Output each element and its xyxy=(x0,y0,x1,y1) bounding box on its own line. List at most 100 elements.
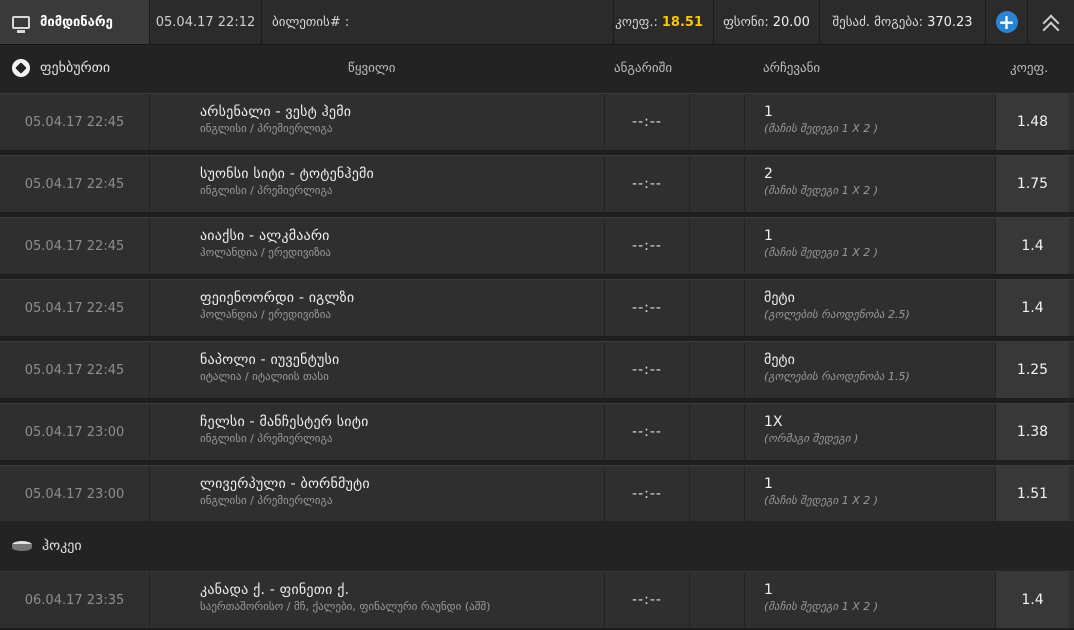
odd-value: 1.4 xyxy=(995,218,1069,274)
event-date: 05.04.17 23:00 xyxy=(0,466,150,522)
selection-cell: 1 (მაჩის შედეგი 1 X 2 ) xyxy=(764,218,984,274)
ticket-top-bar: მიმდინარე 05.04.17 22:12 ბილეთის# : კოეფ… xyxy=(0,0,1074,45)
table-header: ფეხბურთი წყვილი ანგარიში არჩევანი კოეფ. xyxy=(0,45,1074,93)
market-name: (მაჩის შედეგი 1 X 2 ) xyxy=(764,246,879,259)
event-date: 05.04.17 22:45 xyxy=(0,280,150,336)
ticket-number-label: ბილეთის# : xyxy=(262,0,614,44)
match-name[interactable]: ჩელსი - მანჩესტერ სიტი xyxy=(200,414,600,430)
odd-value: 1.4 xyxy=(995,572,1069,628)
selection-cell: 1 (მაჩის შედეგი 1 X 2 ) xyxy=(764,466,984,522)
collapse-button[interactable] xyxy=(1028,0,1074,44)
stake: ფსონი: 20.00 xyxy=(714,0,820,44)
score: --:-- xyxy=(604,156,690,212)
event-cell: ფეიენოორდი - იგლზი ჰოლანდია / ერედივიზია xyxy=(200,280,600,336)
score-spacer xyxy=(690,280,745,336)
selection: 1 xyxy=(764,476,773,492)
event-date: 05.04.17 22:45 xyxy=(0,94,150,150)
league-name: იტალია / იტალიის თასი xyxy=(200,370,329,383)
market-name: (მაჩის შედეგი 1 X 2 ) xyxy=(764,122,879,135)
selection-cell: 1 (მაჩის შედეგი 1 X 2 ) xyxy=(764,572,984,628)
selection: 1X xyxy=(764,414,783,430)
current-tab[interactable]: მიმდინარე xyxy=(0,0,150,44)
odd-value: 1.4 xyxy=(995,280,1069,336)
score: --:-- xyxy=(604,94,690,150)
match-name[interactable]: სუონსი სიტი - ტოტენჰემი xyxy=(200,166,600,182)
col-score-header: ანგარიში xyxy=(614,61,673,76)
match-name[interactable]: ლივერპული - ბორნმუტი xyxy=(200,476,600,492)
ticket-date: 05.04.17 22:12 xyxy=(150,0,262,44)
league-name: ინგლისი / პრემიერლიგა xyxy=(200,184,333,197)
league-name: ჰოლანდია / ერედივიზია xyxy=(200,246,331,259)
market-name: (გოლების რაოდენობა 2.5) xyxy=(764,308,910,321)
odd-value: 1.38 xyxy=(995,404,1069,460)
event-cell: ლივერპული - ბორნმუტი ინგლისი / პრემიერლიგ… xyxy=(200,466,600,522)
league-name: საერთაშორისო / მჩ, ქალები, ფინალური რაუნ… xyxy=(200,600,491,613)
bet-ticket-panel: მიმდინარე 05.04.17 22:12 ბილეთის# : კოეფ… xyxy=(0,0,1074,630)
event-cell: არსენალი - ვესტ ჰემი ინგლისი / პრემიერლიგ… xyxy=(200,94,600,150)
double-chevron-up-icon xyxy=(1042,13,1060,39)
score-spacer xyxy=(690,94,745,150)
market-name: (მაჩის შედეგი 1 X 2 ) xyxy=(764,184,879,197)
league-name: ინგლისი / პრემიერლიგა xyxy=(200,122,333,135)
match-name[interactable]: არსენალი - ვესტ ჰემი xyxy=(200,104,600,120)
match-name[interactable]: ფეიენოორდი - იგლზი xyxy=(200,290,600,306)
match-name[interactable]: აიაქსი - ალკმაარი xyxy=(200,228,600,244)
selection-cell: 1 (მაჩის შედეგი 1 X 2 ) xyxy=(764,94,984,150)
selection-cell: მეტი (გოლების რაოდენობა 1.5) xyxy=(764,342,984,398)
score: --:-- xyxy=(604,280,690,336)
score-spacer xyxy=(690,342,745,398)
total-coef-value: 18.51 xyxy=(661,14,703,30)
sport-football: ფეხბურთი xyxy=(12,59,110,77)
odd-value: 1.75 xyxy=(995,156,1069,212)
market-name: (გოლების რაოდენობა 1.5) xyxy=(764,370,910,383)
league-name: ინგლისი / პრემიერლიგა xyxy=(200,432,333,445)
possible-win-value: 370.23 xyxy=(927,14,973,30)
event-date: 06.04.17 23:35 xyxy=(0,572,150,628)
event-date: 05.04.17 22:45 xyxy=(0,342,150,398)
possible-win: შესაძ. მოგება: 370.23 xyxy=(820,0,986,44)
score-spacer xyxy=(690,466,745,522)
score: --:-- xyxy=(604,218,690,274)
table-row: 05.04.17 23:00 ჩელსი - მანჩესტერ სიტი ინგლ… xyxy=(0,403,1074,461)
monitor-icon xyxy=(12,15,30,33)
hockey-puck-icon xyxy=(12,541,32,551)
event-cell: კანადა ქ. - ფინეთი ქ. საერთაშორისო / მჩ, … xyxy=(200,572,600,628)
football-icon xyxy=(12,59,30,77)
score-spacer xyxy=(690,572,745,628)
selection: მეტი xyxy=(764,290,795,306)
table-row: 05.04.17 23:00 ლივერპული - ბორნმუტი ინგლის… xyxy=(0,465,1074,523)
total-coef: კოეფ.: 18.51 xyxy=(614,0,714,44)
sport-hockey-label: ჰოკეი xyxy=(42,538,82,554)
market-name: (მაჩის შედეგი 1 X 2 ) xyxy=(764,494,879,507)
score-spacer xyxy=(690,404,745,460)
table-row: 05.04.17 22:45 ფეიენოორდი - იგლზი ჰოლანდია… xyxy=(0,279,1074,337)
selection-cell: 1X (ორმაგი შედეგი ) xyxy=(764,404,984,460)
odd-value: 1.48 xyxy=(995,94,1069,150)
market-name: (მაჩის შედეგი 1 X 2 ) xyxy=(764,600,879,613)
odd-value: 1.25 xyxy=(995,342,1069,398)
event-date: 05.04.17 23:00 xyxy=(0,404,150,460)
table-row: 06.04.17 23:35 კანადა ქ. - ფინეთი ქ. საერთ… xyxy=(0,571,1074,629)
stake-label: ფსონი: xyxy=(723,14,769,30)
stake-value: 20.00 xyxy=(772,14,810,30)
score: --:-- xyxy=(604,572,690,628)
selection: 2 xyxy=(764,166,773,182)
add-button[interactable]: + xyxy=(986,0,1028,44)
league-name: ინგლისი / პრემიერლიგა xyxy=(200,494,333,507)
table-row: 05.04.17 22:45 აიაქსი - ალკმაარი ჰოლანდია … xyxy=(0,217,1074,275)
selection-cell: 2 (მაჩის შედეგი 1 X 2 ) xyxy=(764,156,984,212)
total-coef-label: კოეფ.: xyxy=(615,14,658,30)
league-name: ჰოლანდია / ერედივიზია xyxy=(200,308,331,321)
possible-win-label: შესაძ. მოგება: xyxy=(832,14,924,30)
event-date: 05.04.17 22:45 xyxy=(0,218,150,274)
event-cell: ნაპოლი - იუვენტუსი იტალია / იტალიის თასი xyxy=(200,342,600,398)
match-name[interactable]: ნაპოლი - იუვენტუსი xyxy=(200,352,600,368)
score: --:-- xyxy=(604,466,690,522)
table-row: 05.04.17 22:45 ნაპოლი - იუვენტუსი იტალია /… xyxy=(0,341,1074,399)
score: --:-- xyxy=(604,342,690,398)
market-name: (ორმაგი შედეგი ) xyxy=(764,432,859,445)
selection: მეტი xyxy=(764,352,795,368)
sport-football-label: ფეხბურთი xyxy=(40,60,111,76)
match-name[interactable]: კანადა ქ. - ფინეთი ქ. xyxy=(200,582,600,598)
selection: 1 xyxy=(764,582,773,598)
